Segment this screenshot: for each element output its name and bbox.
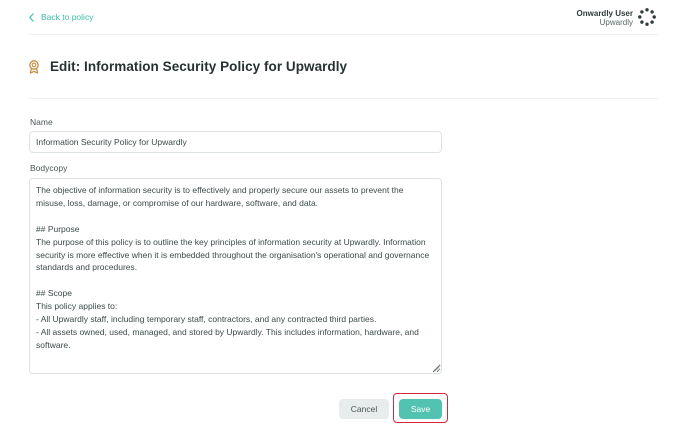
- page-header: Edit: Information Security Policy for Up…: [28, 59, 347, 74]
- cancel-button[interactable]: Cancel: [339, 399, 389, 419]
- user-name: Onwardly User: [576, 9, 633, 18]
- user-info[interactable]: Onwardly User Upwardly: [577, 9, 633, 27]
- save-button[interactable]: Save: [399, 399, 442, 419]
- name-input[interactable]: [29, 131, 442, 153]
- bodycopy-textarea[interactable]: The objective of information security is…: [29, 178, 442, 374]
- title-divider: [28, 98, 658, 99]
- edit-policy-page: Back to policy Onwardly User Upwardly Ed…: [0, 0, 688, 433]
- page-title: Edit: Information Security Policy for Up…: [50, 59, 348, 74]
- back-link-label: Back to policy: [41, 12, 94, 22]
- name-label: Name: [30, 117, 53, 127]
- back-to-policy-link[interactable]: Back to policy: [28, 12, 93, 22]
- bodycopy-label: Bodycopy: [30, 163, 68, 173]
- avatar[interactable]: [638, 8, 656, 26]
- resize-handle-icon[interactable]: [434, 366, 440, 372]
- user-org: Upwardly: [599, 18, 633, 28]
- chevron-left-icon: [29, 12, 34, 22]
- header-divider: [28, 34, 658, 35]
- award-badge-icon: [29, 59, 39, 74]
